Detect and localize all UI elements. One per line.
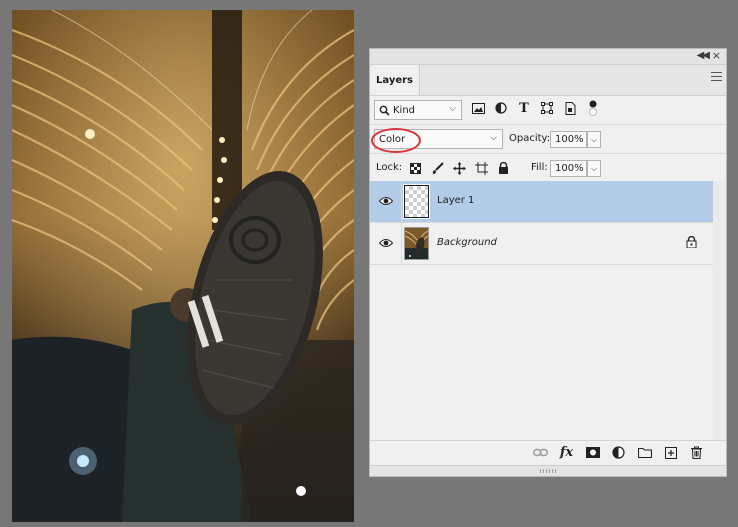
layer-row-layer-1[interactable]: Layer 1 — [370, 181, 713, 223]
fill-label: Fill: — [531, 162, 548, 173]
layer-lock-icon[interactable] — [686, 236, 697, 248]
search-icon — [379, 105, 390, 116]
panel-tab-bar: Layers — [370, 65, 726, 96]
shape-filter-icon[interactable] — [539, 100, 555, 116]
blend-row: Color ⌵ Opacity: 100% ⌵ — [370, 125, 726, 154]
layer-name[interactable]: Background — [437, 237, 497, 248]
filter-kind-dropdown[interactable]: Kind ⌵ — [374, 100, 462, 120]
adjustment-layer-icon[interactable] — [611, 445, 626, 460]
layer-name[interactable]: Layer 1 — [437, 195, 474, 206]
opacity-dropdown-button[interactable]: ⌵ — [587, 131, 601, 148]
chevron-down-icon: ⌵ — [449, 104, 456, 114]
photo-image — [12, 10, 354, 522]
fx-icon[interactable]: fx — [559, 445, 574, 460]
new-layer-icon[interactable] — [663, 445, 678, 460]
layer-thumbnail-transparent — [403, 184, 430, 219]
fill-dropdown-button[interactable]: ⌵ — [587, 160, 601, 177]
opacity-input[interactable]: 100% — [550, 131, 587, 148]
filter-toggle-icon[interactable] — [585, 100, 601, 116]
lock-artboard-icon[interactable] — [473, 160, 489, 176]
layers-panel: ◀◀ × Layers Kind ⌵ T Color ⌵ Opacity: 10… — [369, 48, 727, 477]
close-panel-icon[interactable]: × — [712, 49, 721, 62]
lock-row: Lock: Fill: 100% ⌵ — [370, 154, 726, 183]
filter-kind-label: Kind — [393, 104, 416, 116]
new-group-icon[interactable] — [637, 445, 652, 460]
filter-row: Kind ⌵ T — [370, 96, 726, 125]
chevron-down-icon: ⌵ — [490, 133, 497, 143]
panel-title-bar[interactable]: ◀◀ × — [370, 49, 726, 65]
fill-input[interactable]: 100% — [550, 160, 587, 177]
lock-position-icon[interactable] — [451, 160, 467, 176]
type-filter-icon[interactable]: T — [516, 100, 532, 116]
layers-scrollbar[interactable] — [713, 181, 726, 441]
lock-image-icon[interactable] — [429, 160, 445, 176]
add-mask-icon[interactable] — [585, 445, 600, 460]
highlight-ellipse — [371, 128, 421, 153]
layer-thumbnail-photo — [404, 227, 429, 260]
lock-icons — [407, 160, 511, 176]
layers-bottom-toolbar: fx — [370, 440, 726, 465]
opacity-label: Opacity: — [509, 133, 551, 144]
collapse-panel-icon[interactable]: ◀◀ — [697, 50, 710, 61]
visibility-eye-icon[interactable] — [379, 196, 393, 206]
lock-label: Lock: — [376, 162, 403, 173]
blend-mode-dropdown[interactable]: Color ⌵ — [371, 128, 503, 153]
tab-layers[interactable]: Layers — [370, 65, 420, 95]
layer-row-background[interactable]: Background — [370, 223, 713, 265]
lock-all-icon[interactable] — [495, 160, 511, 176]
document-canvas[interactable] — [12, 10, 354, 522]
panel-resize-grip[interactable] — [370, 465, 726, 476]
link-layers-icon[interactable] — [533, 445, 548, 460]
filter-icons: T — [470, 100, 601, 116]
delete-layer-icon[interactable] — [689, 445, 704, 460]
panel-menu-icon[interactable] — [711, 72, 722, 82]
pixel-filter-icon[interactable] — [470, 100, 486, 116]
layers-list: Layer 1 Background — [370, 181, 713, 441]
smart-object-filter-icon[interactable] — [562, 100, 578, 116]
lock-transparent-icon[interactable] — [407, 160, 423, 176]
visibility-eye-icon[interactable] — [379, 238, 393, 248]
adjustment-filter-icon[interactable] — [493, 100, 509, 116]
